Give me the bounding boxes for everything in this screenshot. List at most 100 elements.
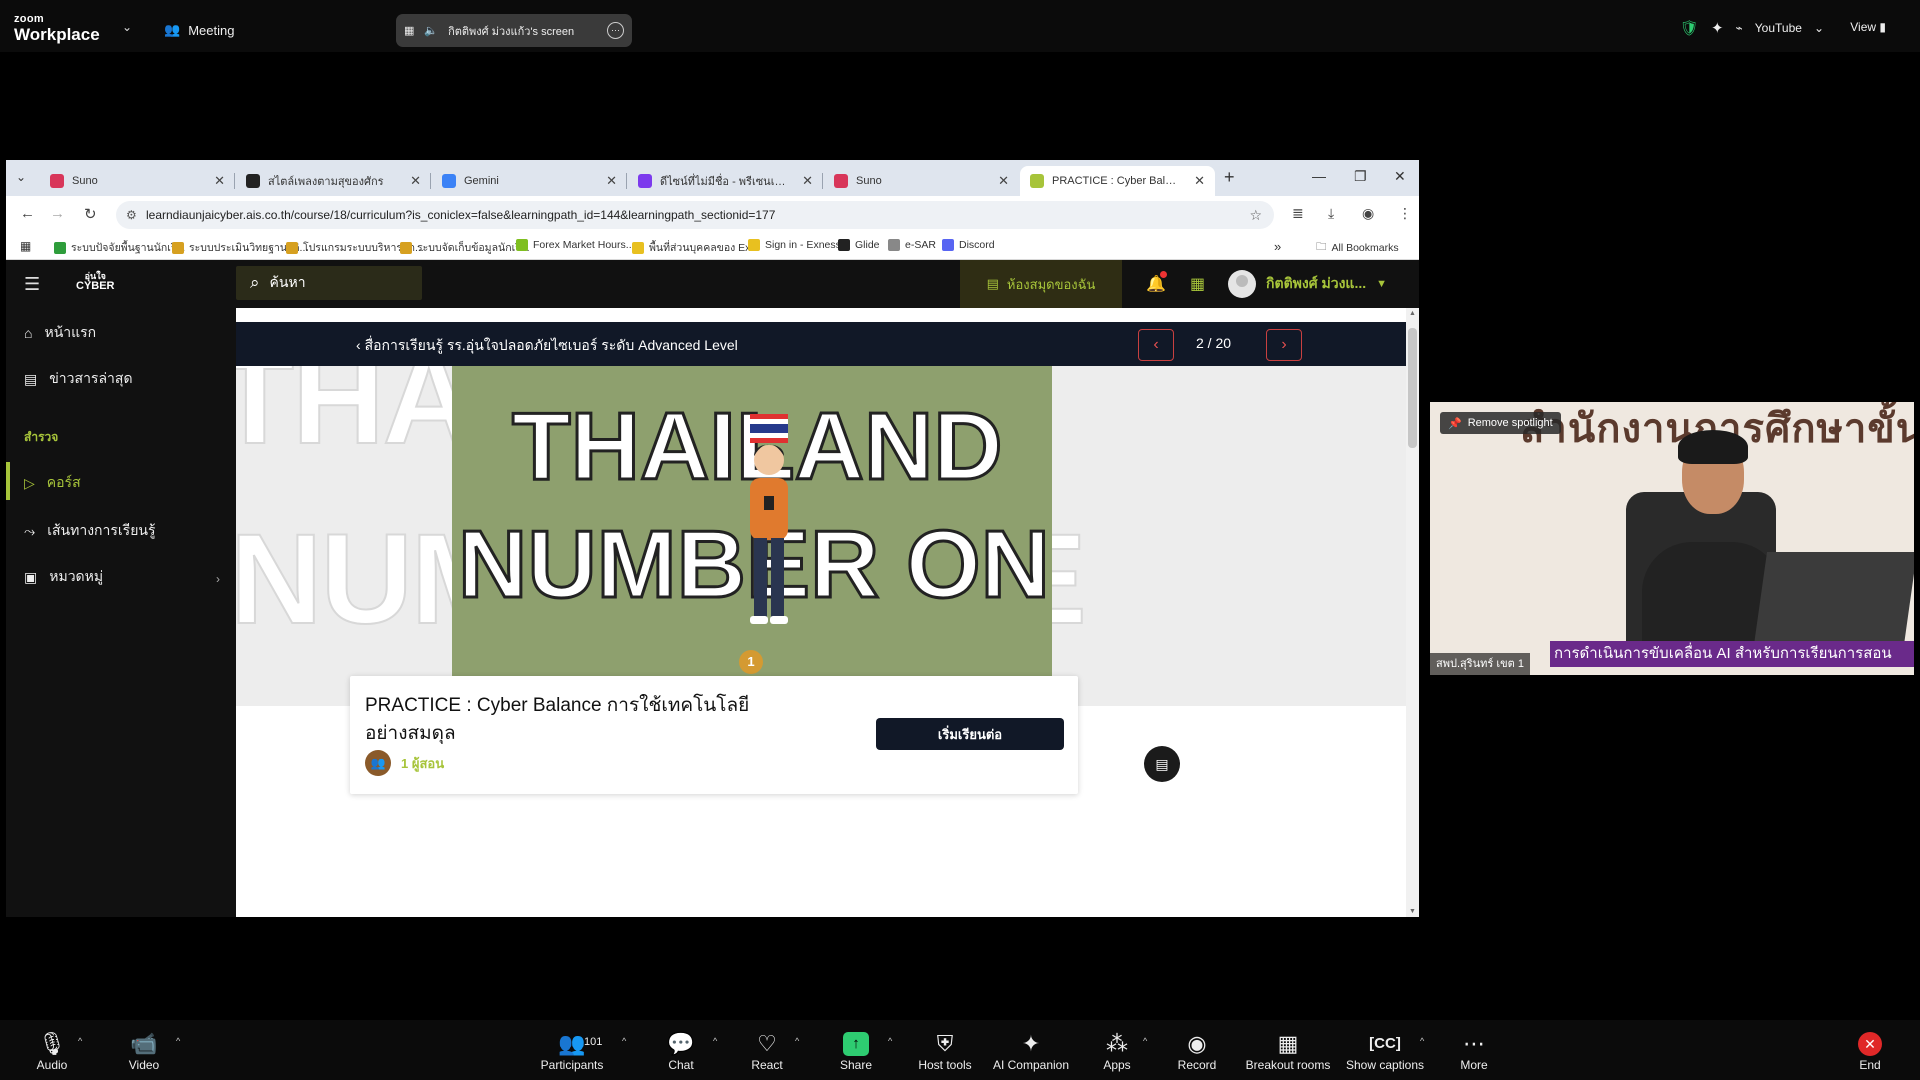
chat-bubble-icon[interactable]: ▤ <box>1144 746 1180 782</box>
bookmark-star-icon[interactable]: ☆ <box>1249 201 1262 229</box>
back-to-course-link[interactable]: ‹ สื่อการเรียนรู้ รร.อุ่นใจปลอดภัยไซเบอร… <box>356 335 738 357</box>
scroll-down-icon[interactable]: ▼ <box>1409 908 1416 915</box>
reload-icon[interactable]: ↻ <box>84 205 97 223</box>
browser-tab[interactable]: PRACTICE : Cyber Balance ✕ <box>1020 166 1215 196</box>
more-bookmarks-button[interactable]: » <box>1274 239 1281 254</box>
youtube-stream-label[interactable]: YouTube <box>1755 21 1802 35</box>
tab-close-icon[interactable]: ✕ <box>1194 173 1205 189</box>
browser-tab[interactable]: Suno ✕ <box>824 166 1019 196</box>
profile-avatar-icon[interactable]: ◉ <box>1362 205 1374 222</box>
all-bookmarks-folder[interactable]: 🗀 All Bookmarks <box>1316 239 1399 257</box>
record-button[interactable]: ◉ Record <box>1157 1030 1237 1072</box>
ai-sparkle-icon[interactable]: ✦ <box>1711 19 1724 37</box>
hamburger-menu-icon[interactable]: ☰ <box>24 274 40 295</box>
tab-close-icon[interactable]: ✕ <box>606 173 617 189</box>
sidebar-item-learning-path[interactable]: ⤳ เส้นทางการเรียนรู้ <box>24 520 155 542</box>
close-window-icon[interactable]: ✕ <box>1394 168 1406 185</box>
logo-chevron-down-icon[interactable]: ⌄ <box>122 20 132 34</box>
tab-close-icon[interactable]: ✕ <box>802 173 813 189</box>
sidebar-item-home[interactable]: ⌂ หน้าแรก <box>24 322 96 344</box>
lesson-video[interactable]: THAILAND NUMBER ONE 1 <box>452 366 1052 676</box>
speaker-video-tile[interactable]: สำนักงานการศึกษาขั้นพื้นฐาน 📌 Remove spo… <box>1430 402 1914 675</box>
breakout-rooms-button[interactable]: ▦ Breakout rooms <box>1242 1030 1334 1072</box>
chat-caret-icon[interactable]: ^ <box>713 1036 717 1046</box>
media-control-icon[interactable]: ≣ <box>1292 205 1304 222</box>
share-more-icon[interactable]: ··· <box>607 22 624 39</box>
video-caret-icon[interactable]: ^ <box>176 1036 180 1046</box>
trainer-info[interactable]: 👥 1 ผู้สอน <box>365 750 444 776</box>
new-tab-button[interactable]: + <box>1224 167 1235 188</box>
audio-button[interactable]: 🎙 Audio ^ <box>12 1030 92 1072</box>
sidebar-courses-label: คอร์ส <box>46 474 81 490</box>
page-scrollbar[interactable]: ▲ ▼ <box>1406 308 1419 917</box>
calendar-icon[interactable]: ▦ <box>1190 274 1205 294</box>
my-library-button[interactable]: ▤ ห้องสมุดของฉัน <box>960 260 1122 308</box>
share-grid-icon: ▦ <box>404 25 415 37</box>
more-button[interactable]: ⋯ More <box>1434 1030 1514 1072</box>
browser-menu-icon[interactable]: ⋮ <box>1398 205 1412 222</box>
remove-spotlight-button[interactable]: 📌 Remove spotlight <box>1440 412 1561 434</box>
browser-tab[interactable]: Gemini ✕ <box>432 166 627 196</box>
download-icon[interactable]: ⤓ <box>1328 205 1334 222</box>
bookmark-item[interactable]: พื้นที่ส่วนบุคคลของ Ex... <box>632 239 759 256</box>
continue-learning-button[interactable]: เริ่มเรียนต่อ <box>876 718 1064 750</box>
site-search-input[interactable]: ⌕ ค้นหา <box>236 266 422 300</box>
show-captions-button[interactable]: [CC] Show captions ^ <box>1340 1030 1430 1072</box>
captions-caret-icon[interactable]: ^ <box>1420 1036 1424 1046</box>
bookmark-item[interactable]: Sign in - Exness <box>748 239 841 251</box>
browser-tab[interactable]: Suno ✕ <box>40 166 235 196</box>
view-layout-icon: ▮ <box>1879 20 1886 34</box>
bookmark-item[interactable]: ระบบจัดเก็บข้อมูลนักเรี... <box>400 239 530 256</box>
next-chevron-icon: › <box>1281 336 1287 353</box>
bookmark-item[interactable]: Discord <box>942 239 995 251</box>
sidebar-item-categories[interactable]: ▣ หมวดหมู่ <box>24 566 103 588</box>
browser-tab[interactable]: ดีไซน์ที่ไม่มีชื่อ - พรีเซนเทชั่น ✕ <box>628 166 823 196</box>
react-caret-icon[interactable]: ^ <box>795 1036 799 1046</box>
participants-caret-icon[interactable]: ^ <box>622 1036 626 1046</box>
bookmark-item[interactable]: ระบบปัจจัยพื้นฐานนักเรี... <box>54 239 185 256</box>
bookmark-item[interactable]: Glide <box>838 239 880 251</box>
bookmark-item[interactable]: Forex Market Hours... <box>516 239 635 251</box>
scrollbar-thumb[interactable] <box>1408 328 1417 448</box>
sidebar-item-courses[interactable]: ▷ คอร์ส <box>24 472 81 494</box>
site-logo[interactable]: อุ่นใจ CYBER <box>76 272 115 292</box>
tab-close-icon[interactable]: ✕ <box>214 173 225 189</box>
back-arrow-icon[interactable]: ← <box>20 205 35 222</box>
tab-close-icon[interactable]: ✕ <box>998 173 1009 189</box>
tab-search-chevron-icon[interactable]: ⌄ <box>16 170 26 184</box>
browser-tab[interactable]: สไตล์เพลงตามสุของศักร ✕ <box>236 166 431 196</box>
bookmark-item[interactable]: e-SAR <box>888 239 936 251</box>
video-button[interactable]: 📹 Video ^ <box>104 1030 184 1072</box>
site-settings-icon[interactable]: ⚙ <box>126 201 137 229</box>
meeting-menu[interactable]: 👥 Meeting <box>164 22 234 38</box>
share-button[interactable]: ↑ Share ^ <box>816 1030 896 1072</box>
user-menu[interactable]: กิตติพงศ์ ม่วงแ... ▼ <box>1228 270 1387 298</box>
host-tools-button[interactable]: ⛨ Host tools <box>905 1030 985 1072</box>
categories-chevron-right-icon[interactable]: › <box>216 572 220 586</box>
participants-button[interactable]: 👥 101 Participants ^ <box>532 1030 627 1072</box>
forward-arrow-icon[interactable]: → <box>50 205 65 222</box>
route-icon: ⤳ <box>24 522 36 539</box>
end-meeting-button[interactable]: ✕ End <box>1830 1030 1910 1072</box>
security-shield-icon[interactable]: 🛡 <box>1680 19 1699 37</box>
ai-companion-button[interactable]: ✦ AI Companion <box>990 1030 1072 1072</box>
apps-grid-icon[interactable]: ▦ <box>20 239 31 253</box>
next-lesson-button[interactable]: › <box>1266 329 1302 361</box>
screen-share-indicator[interactable]: ▦ 🔈 กิตติพงศ์ ม่วงแก้ว's screen ··· <box>396 14 632 47</box>
prev-lesson-button[interactable]: ‹ <box>1138 329 1174 361</box>
chat-button[interactable]: 💬 Chat ^ <box>641 1030 721 1072</box>
minimize-icon[interactable]: — <box>1312 168 1326 184</box>
audio-caret-icon[interactable]: ^ <box>78 1036 82 1046</box>
restore-icon[interactable]: ❐ <box>1354 168 1367 185</box>
sidebar-item-news[interactable]: ▤ ข่าวสารล่าสุด <box>24 368 133 390</box>
apps-button[interactable]: ⁂ Apps ^ <box>1077 1030 1157 1072</box>
url-bar[interactable]: ⚙ learndiaunjaicyber.ais.co.th/course/18… <box>116 201 1274 229</box>
play-circle-icon: ▷ <box>24 474 35 491</box>
share-caret-icon[interactable]: ^ <box>888 1036 892 1046</box>
youtube-chevron-down-icon[interactable]: ⌄ <box>1814 21 1824 35</box>
apps-caret-icon[interactable]: ^ <box>1143 1036 1147 1046</box>
react-button[interactable]: ♡ React ^ <box>727 1030 807 1072</box>
tab-close-icon[interactable]: ✕ <box>410 173 421 189</box>
scroll-up-icon[interactable]: ▲ <box>1409 310 1416 317</box>
view-menu[interactable]: View ▮ <box>1850 20 1886 34</box>
